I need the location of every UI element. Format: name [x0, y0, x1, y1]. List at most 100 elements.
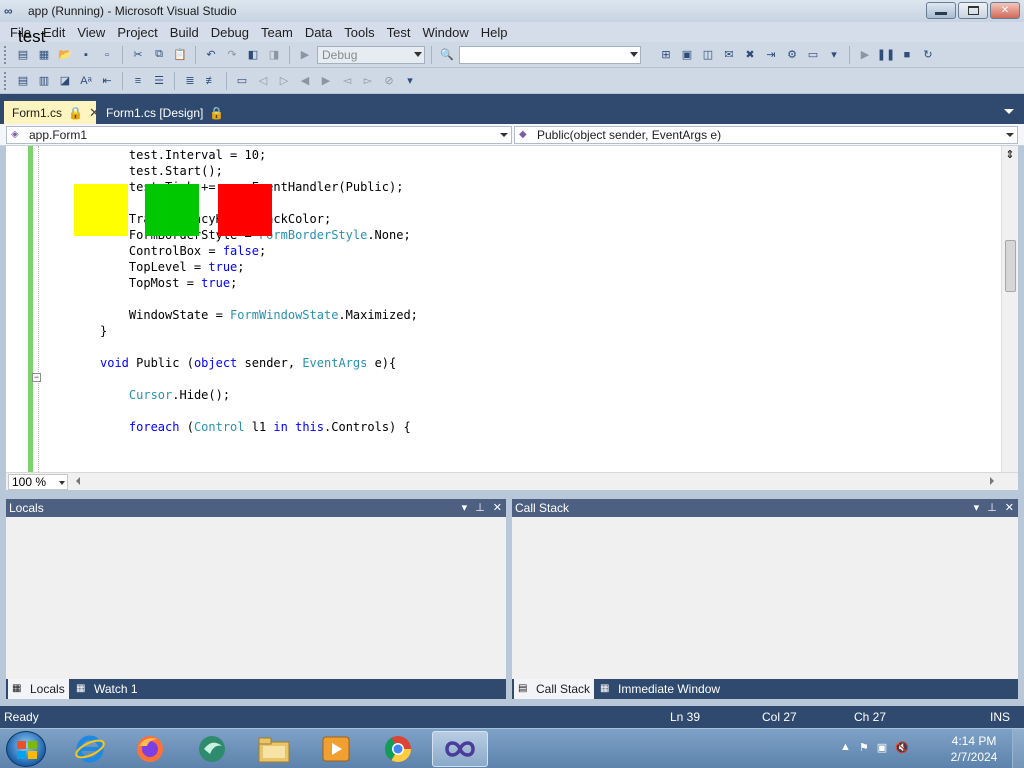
- show-hidden-icons-icon[interactable]: ▲: [840, 741, 851, 754]
- toolbar-options-icon[interactable]: ▾: [825, 47, 843, 63]
- menu-help[interactable]: Help: [475, 25, 514, 40]
- toolbar-grip[interactable]: [4, 71, 8, 90]
- comment-lines-icon[interactable]: ≣: [181, 73, 199, 89]
- previous-bookmark-document-icon[interactable]: ◅: [338, 73, 356, 89]
- network-icon[interactable]: ▣: [877, 741, 887, 754]
- scroll-left-icon[interactable]: [76, 477, 80, 485]
- previous-bookmark-icon[interactable]: ◁: [254, 73, 272, 89]
- stop-debugging-icon[interactable]: ■: [898, 47, 916, 63]
- redo-icon[interactable]: ↷: [223, 47, 241, 63]
- display-parameter-info-icon[interactable]: ▥: [35, 73, 53, 89]
- save-icon[interactable]: ▪: [77, 47, 95, 63]
- call-stack-grid[interactable]: [512, 517, 1018, 679]
- open-file-icon[interactable]: 📂: [56, 47, 74, 63]
- navigate-backward-icon[interactable]: ◧: [244, 47, 262, 63]
- paste-icon[interactable]: 📋: [171, 47, 189, 63]
- menu-team[interactable]: Team: [255, 25, 299, 40]
- previous-bookmark-folder-icon[interactable]: ◀: [296, 73, 314, 89]
- properties-window-icon[interactable]: ▣: [678, 47, 696, 63]
- start-button[interactable]: [6, 731, 46, 767]
- tab-call-stack[interactable]: ▤ Call Stack: [514, 679, 595, 699]
- error-list-icon[interactable]: ✖: [741, 47, 759, 63]
- tab-form1-cs[interactable]: Form1.cs 🔒 ✕: [4, 101, 100, 124]
- scrollbar-thumb[interactable]: [1005, 240, 1016, 292]
- restart-icon[interactable]: ↻: [919, 47, 937, 63]
- show-desktop-button[interactable]: [1012, 729, 1024, 768]
- next-bookmark-document-icon[interactable]: ▻: [359, 73, 377, 89]
- undo-icon[interactable]: ↶: [202, 47, 220, 63]
- menu-debug[interactable]: Debug: [205, 25, 255, 40]
- menu-tools[interactable]: Tools: [338, 25, 380, 40]
- menu-build[interactable]: Build: [164, 25, 205, 40]
- complete-word-icon[interactable]: Aᵃ: [77, 73, 95, 89]
- navigate-forward-icon[interactable]: ◨: [265, 47, 283, 63]
- menu-test[interactable]: Test: [381, 25, 417, 40]
- continue-icon[interactable]: ▶: [856, 47, 874, 63]
- code-editor[interactable]: − test.Interval = 10; test.Start(); test…: [6, 146, 1018, 472]
- new-project-icon[interactable]: ▤: [14, 47, 32, 63]
- output-window-icon[interactable]: ▭: [804, 47, 822, 63]
- uncomment-lines-icon[interactable]: ≢: [202, 73, 220, 89]
- active-files-dropdown-icon[interactable]: [1004, 109, 1014, 114]
- members-combo[interactable]: ◆ Public(object sender, EventArgs e): [514, 126, 1018, 144]
- restore-button[interactable]: [958, 2, 988, 19]
- action-center-flag-icon[interactable]: ⚑: [859, 741, 869, 754]
- decrease-indent-icon[interactable]: ≡: [129, 73, 147, 89]
- window-position-icon[interactable]: ▾: [462, 499, 468, 517]
- internet-explorer-icon[interactable]: [62, 731, 118, 767]
- vertical-scrollbar[interactable]: ⇕: [1001, 146, 1018, 472]
- copy-icon[interactable]: ⧉: [150, 47, 168, 63]
- scroll-right-icon[interactable]: [990, 477, 994, 485]
- tab-watch-1[interactable]: ▦ Watch 1: [72, 679, 142, 699]
- minimize-button[interactable]: [926, 2, 956, 19]
- types-combo[interactable]: ◈ app.Form1: [6, 126, 512, 144]
- system-clock[interactable]: 4:14 PM 2/7/2024: [944, 733, 1004, 765]
- visual-studio-taskbar-icon[interactable]: [432, 731, 488, 767]
- quick-info-icon[interactable]: ◪: [56, 73, 74, 89]
- break-all-icon[interactable]: ❚❚: [877, 47, 895, 63]
- menu-data[interactable]: Data: [299, 25, 338, 40]
- toolbar-options-icon[interactable]: ▾: [401, 73, 419, 89]
- file-explorer-icon[interactable]: [246, 731, 302, 767]
- display-object-members-icon[interactable]: ▤: [14, 73, 32, 89]
- clear-bookmarks-icon[interactable]: ⊘: [380, 73, 398, 89]
- start-page-icon[interactable]: ⇥: [762, 47, 780, 63]
- collapse-region-icon[interactable]: −: [32, 373, 41, 382]
- object-browser-icon[interactable]: ◫: [699, 47, 717, 63]
- media-player-icon[interactable]: [308, 731, 364, 767]
- find-combo[interactable]: [459, 45, 641, 64]
- solution-configuration-select[interactable]: Debug: [317, 45, 425, 64]
- close-panel-icon[interactable]: ✕: [493, 499, 502, 517]
- firefox-icon[interactable]: [122, 731, 178, 767]
- shift-line-left-icon[interactable]: ⇤: [98, 73, 116, 89]
- pin-icon[interactable]: ⊥: [987, 499, 997, 517]
- next-bookmark-icon[interactable]: ▷: [275, 73, 293, 89]
- toolbar-grip[interactable]: [4, 45, 8, 64]
- menu-project[interactable]: Project: [111, 25, 163, 40]
- cut-icon[interactable]: ✂: [129, 47, 147, 63]
- save-all-icon[interactable]: ▫: [98, 47, 116, 63]
- toolbox-icon[interactable]: ✉: [720, 47, 738, 63]
- solution-explorer-icon[interactable]: ⊞: [657, 47, 675, 63]
- tab-locals[interactable]: ▦ Locals: [8, 679, 69, 699]
- toggle-bookmark-icon[interactable]: ▭: [233, 73, 251, 89]
- add-item-icon[interactable]: ▦: [35, 47, 53, 63]
- find-in-files-icon[interactable]: 🔍: [438, 47, 456, 63]
- chrome-icon[interactable]: [370, 731, 426, 767]
- close-panel-icon[interactable]: ✕: [1005, 499, 1014, 517]
- next-bookmark-folder-icon[interactable]: ▶: [317, 73, 335, 89]
- locals-grid[interactable]: [6, 517, 506, 679]
- close-button[interactable]: ✕: [990, 2, 1020, 19]
- start-debugging-icon[interactable]: ▶: [296, 47, 314, 63]
- window-position-icon[interactable]: ▾: [974, 499, 980, 517]
- volume-muted-icon[interactable]: 🔇: [895, 741, 909, 754]
- tab-form1-design[interactable]: Form1.cs [Design] 🔒: [98, 101, 232, 124]
- pin-icon[interactable]: ⊥: [475, 499, 485, 517]
- menu-view[interactable]: View: [71, 25, 111, 40]
- menu-window[interactable]: Window: [416, 25, 474, 40]
- increase-indent-icon[interactable]: ☰: [150, 73, 168, 89]
- zoom-select[interactable]: 100 %: [8, 474, 68, 490]
- media-app-icon[interactable]: [184, 731, 240, 767]
- tab-immediate-window[interactable]: ▦ Immediate Window: [596, 679, 724, 699]
- splitter-icon[interactable]: ⇕: [1004, 148, 1016, 162]
